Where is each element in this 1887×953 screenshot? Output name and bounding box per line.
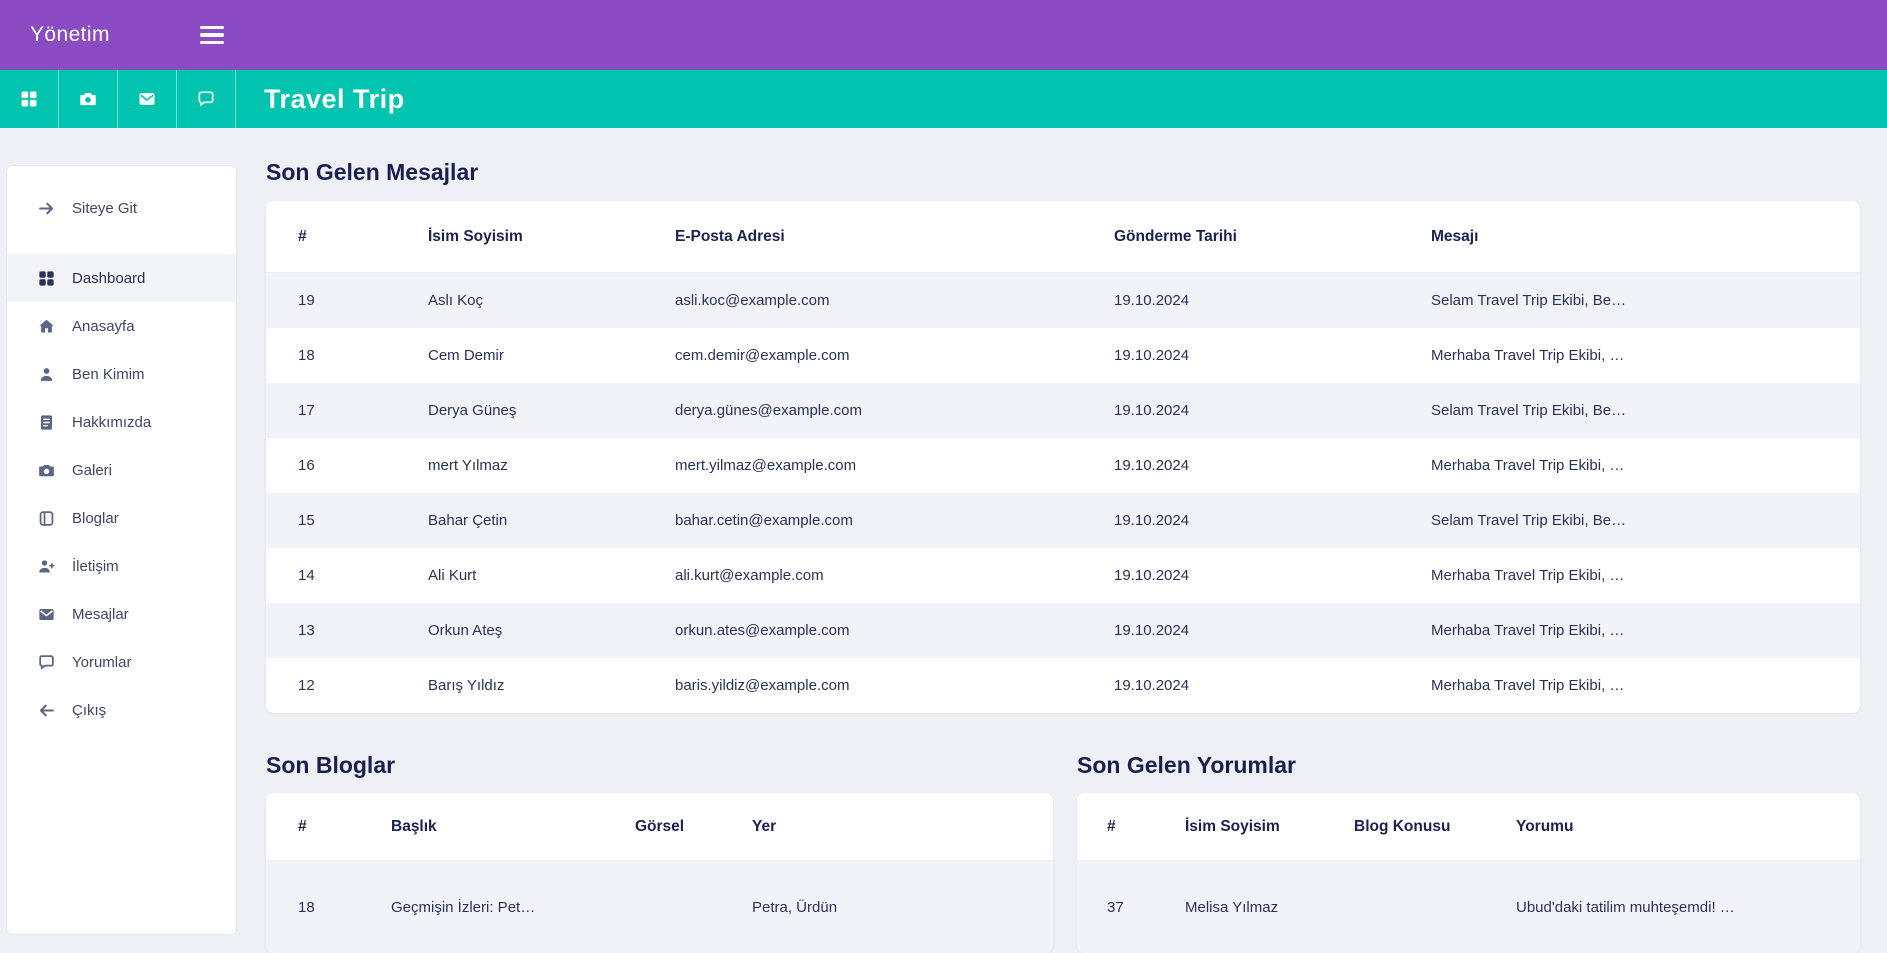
column-header: Yer: [752, 818, 1053, 836]
sidebar-item-galeri[interactable]: Galeri: [7, 446, 236, 494]
sidebar-item-siteye-git[interactable]: Siteye Git: [7, 184, 236, 232]
column-header: #: [298, 818, 391, 836]
column-header: Başlık: [391, 818, 635, 836]
sidebar-item-label: Çıkış: [72, 702, 106, 719]
sidebar-item-label: Yorumlar: [72, 654, 131, 671]
sidebar-item-anasayfa[interactable]: Anasayfa: [7, 302, 236, 350]
mail-icon: [137, 89, 157, 109]
table-row: 16mert Yılmazmert.yilmaz@example.com19.1…: [266, 438, 1860, 493]
sidebar-item-label: Galeri: [72, 462, 112, 479]
blogs-table-header: # Başlık Görsel Yer: [266, 793, 1053, 861]
dashboard-shortcut-button[interactable]: [0, 70, 59, 128]
arrow-right-icon: [37, 199, 56, 218]
column-header: Yorumu: [1516, 818, 1860, 836]
column-header: E-Posta Adresi: [675, 228, 1114, 246]
camera-icon: [37, 461, 56, 480]
sidebar-item-label: Hakkımızda: [72, 414, 151, 431]
sidebar-item-ben-kimim[interactable]: Ben Kimim: [7, 350, 236, 398]
messages-table-header: # İsim Soyisim E-Posta Adresi Gönderme T…: [266, 201, 1860, 273]
sidebar-item-dashboard[interactable]: Dashboard: [7, 254, 236, 302]
table-row: 12Barış Yıldızbaris.yildiz@example.com19…: [266, 658, 1860, 713]
column-header: #: [1107, 818, 1185, 836]
sidebar-item-mesajlar[interactable]: Mesajlar: [7, 590, 236, 638]
top-app-bar: Yönetim: [0, 0, 1887, 70]
column-header: Görsel: [635, 818, 752, 836]
sidebar-item-hakkimizda[interactable]: Hakkımızda: [7, 398, 236, 446]
main-content: Son Gelen Mesajlar # İsim Soyisim E-Post…: [237, 128, 1887, 945]
messages-table: # İsim Soyisim E-Posta Adresi Gönderme T…: [266, 201, 1860, 713]
table-row: 37 Melisa Yılmaz Ubud'daki tatilim muhte…: [1077, 861, 1860, 953]
sidebar-item-iletisim[interactable]: İletişim: [7, 542, 236, 590]
sidebar-item-label: Dashboard: [72, 270, 145, 287]
home-icon: [37, 317, 56, 336]
sidebar-item-cikis[interactable]: Çıkış: [7, 686, 236, 734]
blogs-table: # Başlık Görsel Yer 18 Geçmişin İzleri: …: [266, 793, 1053, 953]
messages-shortcut-button[interactable]: [118, 70, 177, 128]
messages-section-title: Son Gelen Mesajlar: [266, 158, 1860, 186]
grid-icon: [37, 269, 56, 288]
comments-table: # İsim Soyisim Blog Konusu Yorumu 37 Mel…: [1077, 793, 1860, 953]
blogs-section: Son Bloglar # Başlık Görsel Yer 18 Geçmi…: [266, 713, 1053, 953]
sidebar-item-label: İletişim: [72, 558, 119, 575]
table-row: 13Orkun Ateşorkun.ates@example.com19.10.…: [266, 603, 1860, 658]
column-header: Gönderme Tarihi: [1114, 228, 1431, 246]
sidebar-item-yorumlar[interactable]: Yorumlar: [7, 638, 236, 686]
page-title: Travel Trip: [264, 84, 405, 115]
comments-shortcut-button[interactable]: [177, 70, 236, 128]
sidebar-item-label: Bloglar: [72, 510, 119, 527]
sidebar: Siteye Git Dashboard Anasayfa Ben Kimim …: [6, 165, 237, 935]
sidebar-item-label: Anasayfa: [72, 318, 135, 335]
sidebar-item-label: Siteye Git: [72, 200, 137, 217]
hamburger-icon: [200, 26, 224, 30]
journal-icon: [37, 509, 56, 528]
table-row: 15Bahar Çetinbahar.cetin@example.com19.1…: [266, 493, 1860, 548]
comments-section-title: Son Gelen Yorumlar: [1077, 751, 1860, 779]
table-row: 18 Geçmişin İzleri: Pet… Petra, Ürdün: [266, 861, 1053, 953]
table-row: 19Aslı Koçasli.koc@example.com19.10.2024…: [266, 273, 1860, 328]
table-row: 17Derya Güneşderya.günes@example.com19.1…: [266, 383, 1860, 438]
comments-table-header: # İsim Soyisim Blog Konusu Yorumu: [1077, 793, 1860, 861]
sidebar-item-label: Mesajlar: [72, 606, 129, 623]
table-row: 14Ali Kurtali.kurt@example.com19.10.2024…: [266, 548, 1860, 603]
column-header: #: [298, 228, 428, 246]
user-plus-icon: [37, 557, 56, 576]
document-icon: [37, 413, 56, 432]
arrow-left-icon: [37, 701, 56, 720]
column-header: İsim Soyisim: [428, 228, 675, 246]
column-header: İsim Soyisim: [1185, 818, 1354, 836]
chat-icon: [37, 653, 56, 672]
gallery-shortcut-button[interactable]: [59, 70, 118, 128]
camera-icon: [78, 89, 98, 109]
table-row: 18Cem Demircem.demir@example.com19.10.20…: [266, 328, 1860, 383]
sidebar-item-label: Ben Kimim: [72, 366, 145, 383]
grid-icon: [19, 89, 39, 109]
secondary-bar: Travel Trip: [0, 70, 1887, 128]
column-header: Mesajı: [1431, 228, 1860, 246]
comments-section: Son Gelen Yorumlar # İsim Soyisim Blog K…: [1077, 713, 1860, 953]
user-icon: [37, 365, 56, 384]
app-brand: Yönetim: [30, 23, 200, 47]
chat-icon: [196, 89, 216, 109]
menu-toggle-button[interactable]: [200, 26, 224, 45]
blogs-section-title: Son Bloglar: [266, 751, 1053, 779]
sidebar-item-bloglar[interactable]: Bloglar: [7, 494, 236, 542]
column-header: Blog Konusu: [1354, 818, 1516, 836]
mail-icon: [37, 605, 56, 624]
